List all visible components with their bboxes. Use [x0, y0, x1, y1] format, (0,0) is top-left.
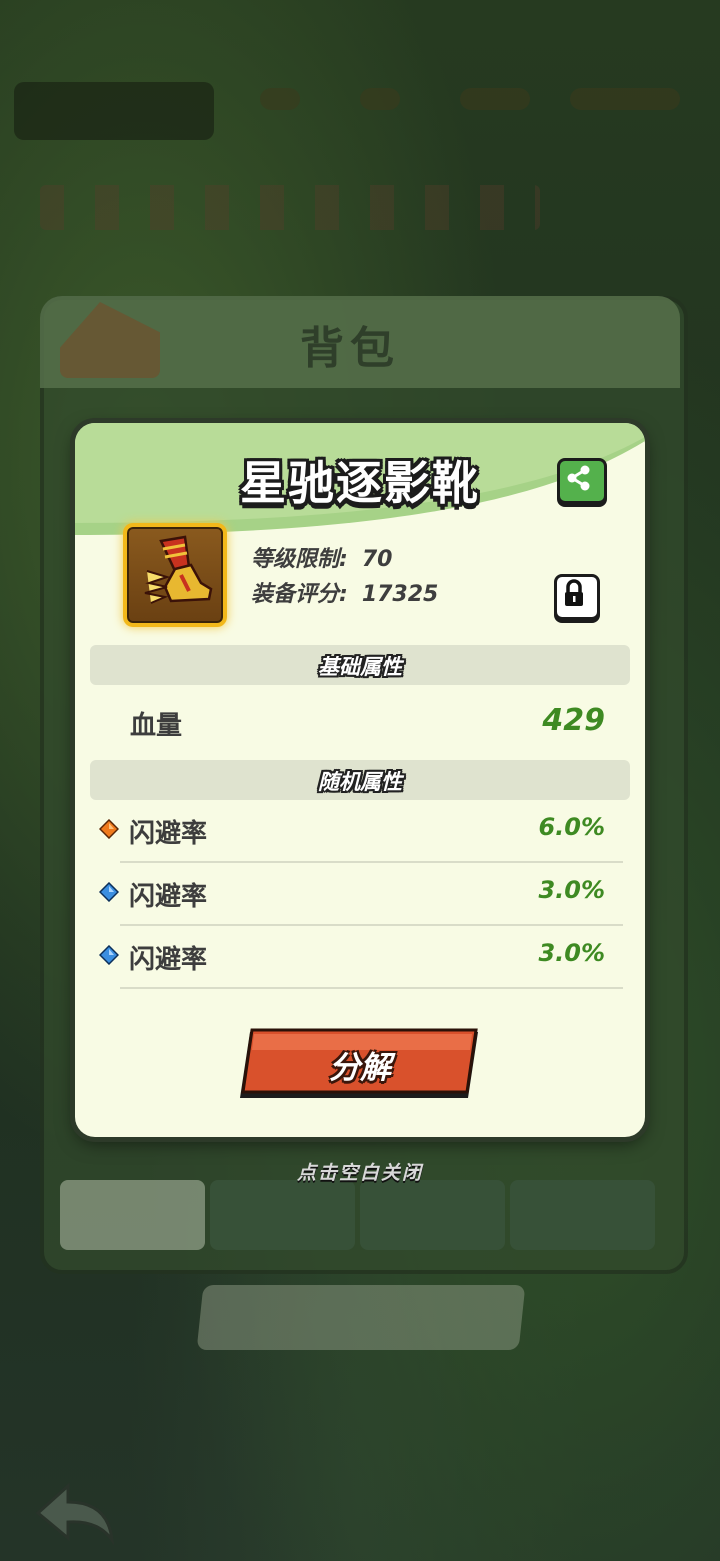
random-attributes-title: 随机属性 [318, 770, 402, 794]
row-divider [120, 861, 623, 863]
level-requirement: 等级限制: 70 [251, 541, 392, 573]
base-stat-name: 血量 [130, 711, 183, 741]
random-stat-row: 闪避率 6.0% [95, 801, 625, 863]
blue-gem-icon [99, 945, 119, 965]
character-row [40, 185, 540, 230]
share-button[interactable] [557, 458, 607, 504]
random-stat-row: 闪避率 3.0% [95, 864, 625, 926]
lock-icon [565, 579, 583, 606]
row-divider [120, 924, 623, 926]
level-label: 等级限制: [251, 547, 348, 572]
level-value: 70 [361, 547, 393, 572]
resource-pill [460, 88, 530, 110]
resource-pill [260, 88, 300, 110]
orange-gem-icon [99, 819, 119, 839]
equipment-score: 装备评分: 17325 [251, 576, 438, 608]
back-arrow-icon [28, 1478, 118, 1548]
background-action-button [196, 1285, 526, 1350]
random-stat-value: 3.0% [538, 876, 605, 904]
row-divider [120, 987, 623, 989]
random-stat-name: 闪避率 [129, 945, 208, 975]
resource-pill [360, 88, 400, 110]
decompose-button[interactable]: 分解 [240, 1028, 480, 1098]
random-stat-value: 3.0% [538, 939, 605, 967]
base-attributes-header: 基础属性 [90, 645, 630, 685]
golden-winged-boot-icon [144, 535, 213, 604]
share-icon [567, 465, 590, 491]
base-stat-value: 429 [542, 703, 605, 738]
equipment-detail-card: 星驰逐影靴 等级限制: 70 装备评分: 17325 基础属性 血量 429 随… [75, 423, 645, 1137]
score-value: 17325 [361, 582, 439, 607]
lock-button[interactable] [554, 574, 600, 620]
backpack-title: 背包 [300, 323, 400, 374]
resource-pill [570, 88, 680, 110]
backpack-tab-bar [60, 1180, 660, 1250]
random-attributes-header: 随机属性 [90, 760, 630, 800]
item-icon-frame [123, 523, 227, 627]
player-portrait [14, 82, 214, 140]
score-label: 装备评分: [251, 582, 348, 607]
backpack-tab[interactable] [510, 1180, 655, 1250]
blue-gem-icon [99, 882, 119, 902]
decompose-label: 分解 [329, 1050, 391, 1086]
backpack-tab[interactable] [60, 1180, 205, 1250]
random-stat-row: 闪避率 3.0% [95, 927, 625, 989]
random-stat-value: 6.0% [538, 813, 605, 841]
backpack-tab[interactable] [360, 1180, 505, 1250]
base-attributes-title: 基础属性 [318, 655, 402, 679]
close-hint: 点击空白关闭 [296, 1162, 423, 1184]
backpack-tab[interactable] [210, 1180, 355, 1250]
random-stat-name: 闪避率 [129, 819, 208, 849]
base-stat-row: 血量 429 [130, 703, 605, 743]
random-stat-name: 闪避率 [129, 882, 208, 912]
